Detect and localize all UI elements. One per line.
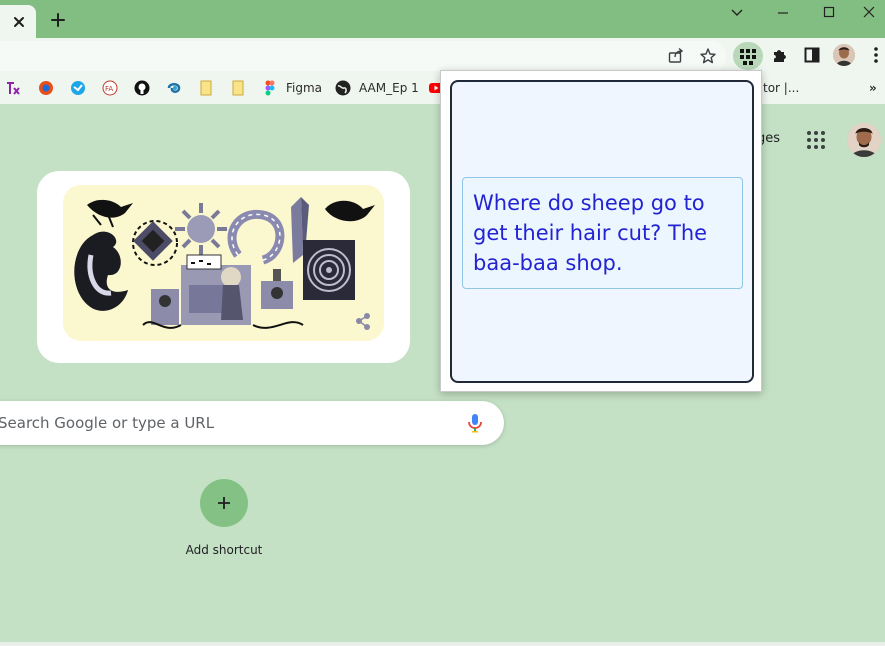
account-avatar[interactable]: [847, 123, 881, 157]
google-doodle-image[interactable]: [63, 185, 384, 341]
bookmark-figma[interactable]: Figma: [286, 80, 322, 96]
joke-extension-button[interactable]: [733, 42, 763, 70]
star-icon[interactable]: [698, 46, 718, 66]
search-input[interactable]: Search Google or type a URL: [0, 414, 214, 432]
close-icon[interactable]: [10, 13, 28, 31]
github-icon[interactable]: [134, 80, 150, 96]
side-panel-icon[interactable]: [802, 45, 822, 65]
bookmark-aam[interactable]: AAM_Ep 1: [359, 80, 419, 96]
menu-icon[interactable]: [866, 45, 885, 65]
figma-icon: [265, 80, 275, 96]
joke-card: Where do sheep go to get their hair cut?…: [462, 177, 743, 289]
share-icon[interactable]: [666, 46, 686, 66]
apps-grid-icon[interactable]: [806, 130, 826, 150]
profile-avatar[interactable]: [833, 44, 855, 66]
minimize-icon[interactable]: [714, 0, 760, 24]
minimize-window-icon[interactable]: [760, 0, 806, 24]
page-bottom-edge: [0, 642, 885, 646]
globe-icon: [335, 80, 351, 96]
folder-icon[interactable]: [230, 80, 246, 96]
bookmark-favicon-purple[interactable]: [5, 80, 21, 96]
bookmark-favicon-blue[interactable]: [70, 80, 86, 96]
folder-icon[interactable]: [198, 80, 214, 96]
bookmark-truncated[interactable]: tor |...: [763, 80, 799, 96]
extension-popup: Where do sheep go to get their hair cut?…: [440, 70, 762, 392]
bookmarks-overflow-chevron[interactable]: »: [869, 80, 877, 96]
toolbar: [0, 38, 885, 72]
add-shortcut-button[interactable]: [200, 479, 248, 527]
address-bar[interactable]: [0, 41, 726, 71]
active-tab[interactable]: [0, 5, 36, 38]
joke-text: Where do sheep go to get their hair cut?…: [473, 191, 708, 275]
microphone-icon[interactable]: [465, 413, 485, 433]
window-close-icon[interactable]: [852, 0, 885, 24]
puzzle-icon[interactable]: [770, 45, 790, 65]
popup-container: Where do sheep go to get their hair cut?…: [450, 80, 754, 383]
maximize-icon[interactable]: [806, 0, 852, 24]
joke-extension-icon: [740, 49, 756, 65]
add-shortcut-label: Add shortcut: [185, 543, 263, 557]
doodle-card[interactable]: [37, 171, 410, 363]
title-bar: [0, 0, 885, 40]
bookmark-favicon-orange[interactable]: [38, 80, 54, 96]
new-tab-icon[interactable]: [48, 10, 68, 30]
plus-icon: [218, 497, 230, 509]
search-box[interactable]: Search Google or type a URL: [0, 401, 504, 445]
bookmark-favicon-swirl[interactable]: [166, 80, 182, 96]
svg-text:FA: FA: [105, 85, 113, 93]
bookmark-favicon-fa[interactable]: FA: [102, 80, 118, 96]
